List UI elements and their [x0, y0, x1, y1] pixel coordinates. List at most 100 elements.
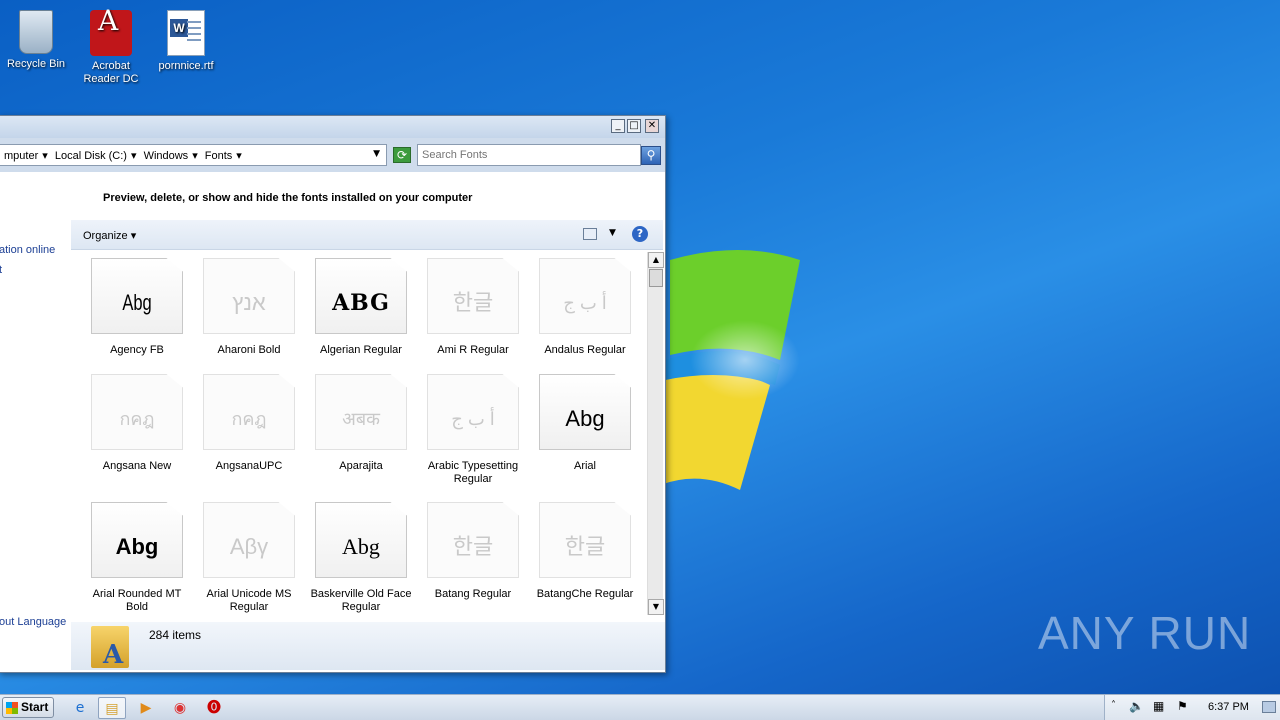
- watermark-text: ANY RUN: [1038, 607, 1252, 659]
- system-tray: ˄ 🔈 ▦ ⚑: [1104, 695, 1280, 720]
- font-tile[interactable]: Αβγ Arial Unicode MS Regular: [193, 502, 305, 614]
- search-input[interactable]: [422, 146, 618, 164]
- font-tile[interactable]: 한글 BatangChe Regular: [529, 502, 641, 601]
- font-name: AngsanaUPC: [215, 460, 283, 472]
- desktop-icon-recycle-bin[interactable]: Recycle Bin: [0, 4, 72, 71]
- window-titlebar[interactable]: _ □ ✕: [0, 116, 665, 138]
- font-tile[interactable]: Abg Arial Rounded MT Bold: [81, 502, 193, 614]
- font-tile[interactable]: أ ب ج Arabic Typesetting Regular: [417, 374, 529, 486]
- desktop-icon-acrobat[interactable]: A Acrobat Reader DC: [75, 4, 147, 86]
- explorer-folder-icon[interactable]: ▤: [98, 697, 126, 719]
- font-tile[interactable]: अबक Aparajita: [305, 374, 417, 473]
- font-tile[interactable]: กคฎ Angsana New: [81, 374, 193, 473]
- font-name: Baskerville Old Face Regular: [310, 588, 412, 613]
- volume-icon[interactable]: 🔈: [1129, 699, 1144, 713]
- organize-button[interactable]: Organize ▾: [83, 229, 136, 242]
- show-desktop-icon[interactable]: [1262, 701, 1276, 713]
- font-sample: ABG: [332, 290, 390, 316]
- font-sample: Abg: [122, 290, 152, 315]
- acrobat-icon: A: [90, 7, 132, 56]
- search-box[interactable]: [417, 144, 641, 166]
- media-player-icon[interactable]: ▶: [132, 697, 160, 719]
- item-count: 284 items: [149, 628, 202, 642]
- font-preview: אנץ: [203, 258, 295, 334]
- clock[interactable]: 6:37 PM: [1208, 701, 1249, 713]
- chevron-down-icon[interactable]: ▾: [131, 150, 137, 162]
- fonts-folder-icon: A: [91, 626, 129, 670]
- internet-explorer-icon[interactable]: e: [66, 697, 94, 719]
- windows-flag-icon: [6, 702, 18, 714]
- chevron-down-icon[interactable]: ▾: [236, 150, 242, 162]
- breadcrumb-local-disk[interactable]: Local Disk (C:): [55, 150, 127, 162]
- font-tile[interactable]: אנץ Aharoni Bold: [193, 258, 305, 357]
- link-keyboard-layout[interactable]: out Language: [0, 616, 66, 628]
- address-bar[interactable]: mputer ▾ Local Disk (C:) ▾ Windows ▾ Fonts ▾…: [0, 144, 387, 166]
- scroll-thumb[interactable]: [649, 269, 663, 287]
- font-preview: أ ب ج: [539, 258, 631, 334]
- address-history-dropdown[interactable]: ▼: [373, 149, 380, 159]
- stop-icon[interactable]: ⓿: [200, 697, 228, 719]
- word-document-icon: W: [167, 10, 205, 56]
- font-name: Arial: [573, 460, 596, 472]
- font-sample: अबक: [342, 409, 380, 429]
- minimize-button[interactable]: _: [611, 119, 625, 133]
- page-heading: Preview, delete, or show and hide the fo…: [103, 192, 473, 204]
- font-sample: 한글: [564, 534, 606, 559]
- vertical-scrollbar[interactable]: ▲ ▼: [647, 252, 664, 615]
- fonts-explorer-window: _ □ ✕ mputer ▾ Local Disk (C:) ▾ Windows ▾ …: [0, 115, 666, 673]
- font-tile[interactable]: ABG Algerian Regular: [305, 258, 417, 357]
- help-icon[interactable]: ?: [632, 226, 648, 242]
- taskbar: Start e ▤ ▶ ◉ ⓿ ˄ 🔈 ▦ ⚑ 6:37 PM: [0, 694, 1280, 720]
- chrome-icon[interactable]: ◉: [166, 697, 194, 719]
- font-name: Agency FB: [110, 344, 164, 356]
- font-tile[interactable]: 한글 Ami R Regular: [417, 258, 529, 357]
- command-bar: Organize ▾ ▼ ?: [71, 220, 663, 250]
- view-options-icon[interactable]: [583, 228, 597, 240]
- font-preview: Abg: [91, 502, 183, 578]
- font-tile[interactable]: Abg Agency FB: [81, 258, 193, 357]
- font-sample: Αβγ: [229, 534, 269, 559]
- font-name: Andalus Regular: [544, 344, 626, 356]
- scroll-down-button[interactable]: ▼: [648, 599, 664, 615]
- font-tile[interactable]: 한글 Batang Regular: [417, 502, 529, 601]
- font-tile[interactable]: Abg Arial: [529, 374, 641, 473]
- search-icon[interactable]: ⚲: [641, 146, 661, 165]
- font-sample: กคฎ: [231, 409, 267, 429]
- font-name: Ami R Regular: [437, 344, 509, 356]
- action-center-flag-icon[interactable]: ⚑: [1177, 699, 1188, 713]
- start-label: Start: [21, 700, 49, 714]
- font-sample: Abg: [115, 534, 159, 559]
- left-task-pane: ation online t out Language: [0, 172, 71, 628]
- font-sample: Abg: [565, 406, 605, 431]
- content-area: ation online t out Language Preview, del…: [0, 172, 665, 672]
- fonts-grid: Abg Agency FB אנץ Aharoni Bold ABG Alger…: [81, 258, 643, 618]
- breadcrumb-computer[interactable]: mputer: [4, 150, 38, 162]
- font-preview: Abg: [315, 502, 407, 578]
- network-icon[interactable]: ▦: [1153, 699, 1164, 713]
- font-preview: กคฎ: [203, 374, 295, 450]
- chevron-down-icon[interactable]: ▼: [609, 228, 616, 238]
- start-button[interactable]: Start: [2, 697, 54, 718]
- organize-label: Organize: [83, 230, 128, 242]
- link-adjust[interactable]: t: [0, 264, 2, 276]
- font-sample: אנץ: [232, 290, 266, 315]
- breadcrumb-fonts[interactable]: Fonts: [205, 150, 233, 162]
- font-name: Aharoni Bold: [217, 344, 281, 356]
- chevron-down-icon[interactable]: ▾: [42, 150, 48, 162]
- font-preview: ABG: [315, 258, 407, 334]
- link-font-info-online[interactable]: ation online: [0, 244, 55, 256]
- font-tile[interactable]: กคฎ AngsanaUPC: [193, 374, 305, 473]
- show-hidden-icons-icon[interactable]: ˄: [1111, 700, 1116, 711]
- scroll-up-button[interactable]: ▲: [648, 252, 664, 268]
- close-button[interactable]: ✕: [645, 119, 659, 133]
- font-preview: अबक: [315, 374, 407, 450]
- maximize-button[interactable]: □: [627, 119, 641, 133]
- font-tile[interactable]: Abg Baskerville Old Face Regular: [305, 502, 417, 614]
- desktop-icon-rtf-file[interactable]: W pornnice.rtf: [150, 4, 222, 73]
- font-tile[interactable]: أ ب ج Andalus Regular: [529, 258, 641, 357]
- wallpaper-glow: [690, 320, 800, 400]
- refresh-icon[interactable]: ⟳: [393, 147, 411, 163]
- font-sample: 한글: [452, 290, 494, 315]
- breadcrumb-windows[interactable]: Windows: [144, 150, 189, 162]
- chevron-down-icon[interactable]: ▾: [192, 150, 198, 162]
